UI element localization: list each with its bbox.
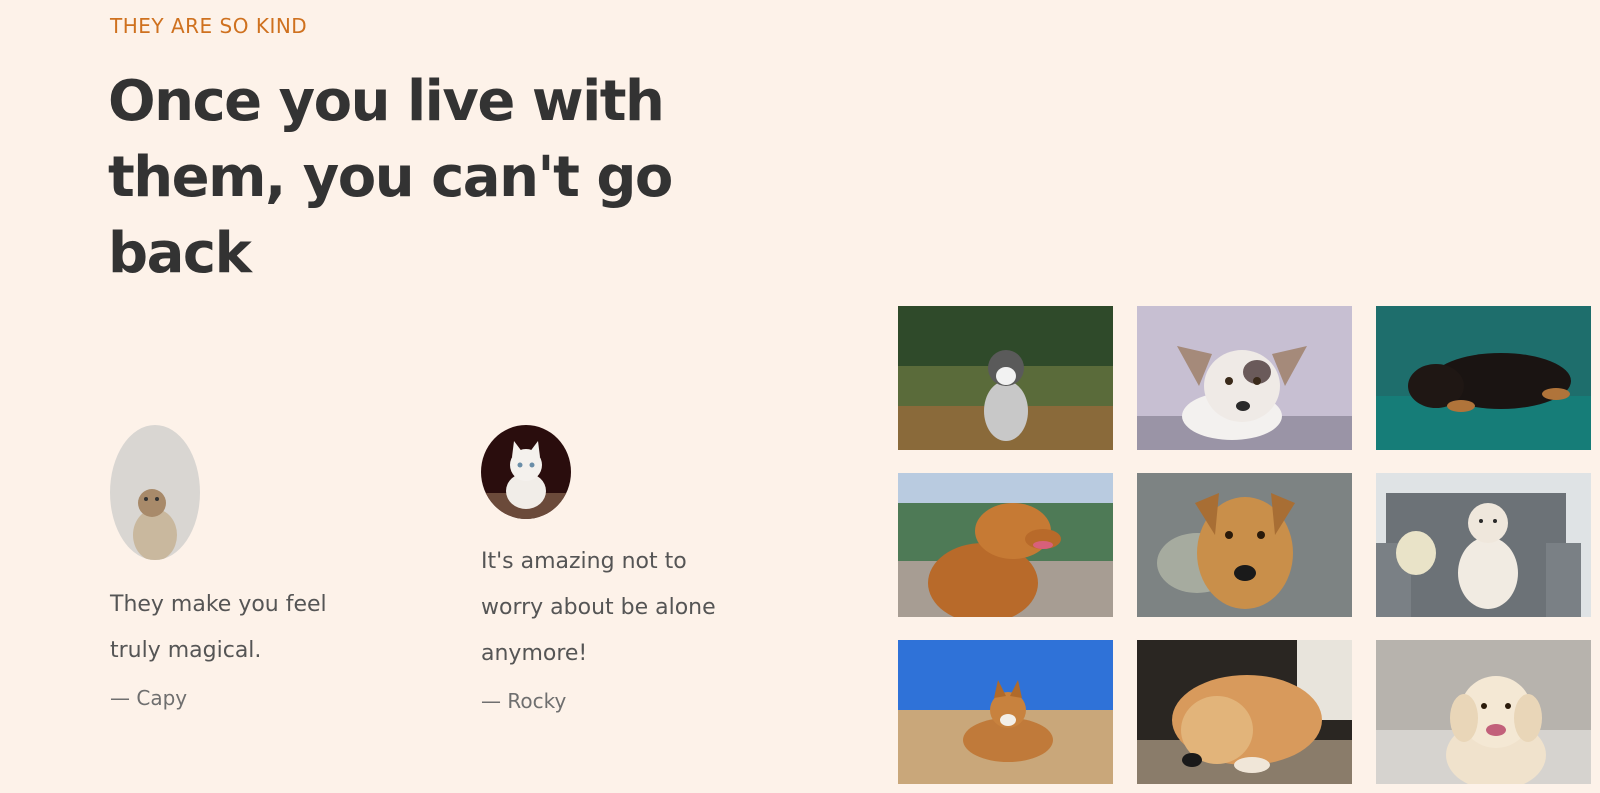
gallery-photo-black-dog [1376,306,1591,450]
dog-gallery [898,306,1591,784]
testimonial-rocky: It's amazing not to worry about be alone… [481,425,781,713]
section-heading: Once you live with them, you can't go ba… [108,69,673,286]
testimonial-author: — Rocky [481,689,567,713]
testimonial-author: — Capy [110,686,188,710]
white-kitten-avatar [481,425,571,519]
testimonial-capy: They make you feel truly magical. — Capy [110,425,410,710]
gallery-photo-white-dog [1137,306,1352,450]
testimonial-quote: They make you feel truly magical. [110,592,327,663]
gallery-photo-corgi [898,640,1113,784]
gallery-photo-husky [898,306,1113,450]
small-fluffy-dog-avatar [110,425,200,560]
gallery-photo-golden-retriever [898,473,1113,617]
gallery-photo-lying-dog [1137,640,1352,784]
gallery-photo-poodle [1376,473,1591,617]
gallery-photo-tan-dog [1137,473,1352,617]
subheading: They are so kind [110,14,308,38]
gallery-photo-smiling-golden [1376,640,1591,784]
testimonial-quote: It's amazing not to worry about be alone… [481,549,716,666]
